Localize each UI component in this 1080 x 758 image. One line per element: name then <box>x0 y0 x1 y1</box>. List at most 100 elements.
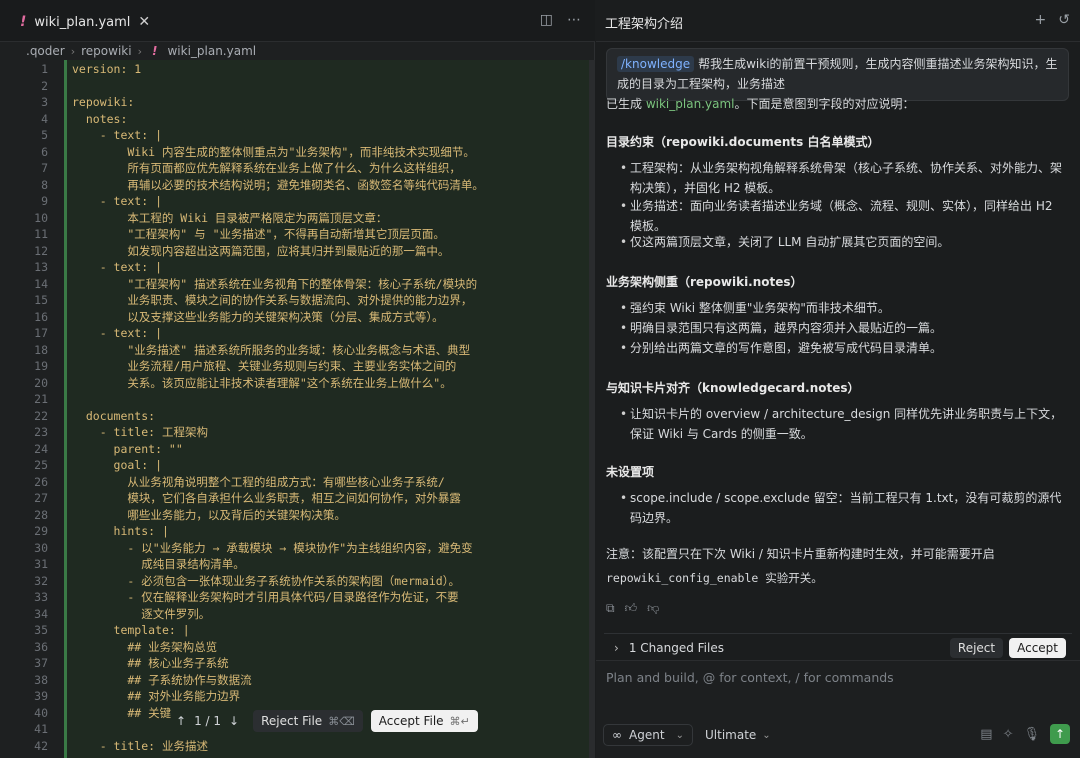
image-attach-icon[interactable]: ▤ <box>980 727 992 742</box>
changed-files-bar[interactable]: › 1 Changed Files Reject Accept <box>604 633 1072 661</box>
code-line[interactable]: 1 version: 1 <box>0 61 595 78</box>
code-line[interactable]: 22 documents: <box>0 408 595 425</box>
line-number: 3 <box>41 95 48 109</box>
line-number: 17 <box>34 326 48 340</box>
code-text: - 必须包含一张体现业务子系统协作关系的架构图（mermaid）。 <box>72 573 460 588</box>
code-text: 哪些业务能力，以及背后的关键架构决策。 <box>72 507 346 522</box>
chevron-right-icon[interactable]: › <box>614 641 619 655</box>
code-line[interactable]: 28 哪些业务能力，以及背后的关键架构决策。 <box>0 507 595 524</box>
line-number: 39 <box>34 689 48 703</box>
more-icon[interactable]: ⋯ <box>567 12 581 28</box>
code-line[interactable]: 5 - text: | <box>0 127 595 144</box>
code-line[interactable]: 9 - text: | <box>0 193 595 210</box>
line-number: 41 <box>34 722 48 736</box>
send-button[interactable]: ↑ <box>1050 724 1070 744</box>
close-icon[interactable]: ✕ <box>138 14 150 30</box>
code-line[interactable]: 34 逐文件罗列。 <box>0 606 595 623</box>
code-line[interactable]: 25 goal: | <box>0 457 595 474</box>
code-line[interactable]: 7 所有页面都应优先解释系统在业务上做了什么、为什么这样组织， <box>0 160 595 177</box>
code-line[interactable]: 31 成纯目录结构清单。 <box>0 556 595 573</box>
line-number: 38 <box>34 672 48 687</box>
code-text: 以及支撑这些业务能力的关键架构决策（分层、集成方式等）。 <box>72 309 444 324</box>
shortcut-hint: ⌘↵ <box>449 714 470 728</box>
line-number: 37 <box>34 656 48 670</box>
code-line[interactable]: 16 以及支撑这些业务能力的关键架构决策（分层、集成方式等）。 <box>0 309 595 326</box>
history-icon[interactable]: ↺ <box>1058 12 1070 28</box>
code-line[interactable]: 36 ## 业务架构总览 <box>0 639 595 656</box>
chat-input[interactable]: Plan and build, @ for context, / for com… <box>606 670 894 685</box>
code-line[interactable]: 26 从业务视角说明整个工程的组成方式：有哪些核心业务子系统/ <box>0 474 595 491</box>
editor-tab-wiki-plan[interactable]: ! wiki_plan.yaml ✕ <box>12 6 152 38</box>
chat-header: 工程架构介绍 + ↺ <box>596 0 1080 42</box>
line-number: 42 <box>34 738 48 753</box>
model-select[interactable]: Ultimate ⌄ <box>705 728 771 742</box>
code-line[interactable]: 12 如发现内容超出这两篇范围，应将其归并到最贴近的那一篇中。 <box>0 243 595 260</box>
line-number: 31 <box>34 557 48 571</box>
reply-intro: 已生成 wiki_plan.yaml。下面是意图到字段的对应说明： <box>606 97 915 111</box>
code-line[interactable]: 37 ## 核心业务子系统 <box>0 655 595 672</box>
section-heading: 未设置项 <box>606 465 655 479</box>
split-editor-icon[interactable]: ◫ <box>540 12 553 28</box>
list-item: 仅这两篇顶层文章，关闭了 LLM 自动扩展其它页面的空间。 <box>620 232 1068 252</box>
code-line[interactable]: 30 - 以"业务能力 → 承载模块 → 模块协作"为主线组织内容，避免变 <box>0 540 595 557</box>
code-text: - title: 业务描述 <box>72 738 209 753</box>
code-line[interactable]: 6 Wiki 内容生成的整体侧重点为"业务架构"，而非纯技术实现细节。 <box>0 144 595 161</box>
code-line[interactable]: 35 template: | <box>0 622 595 639</box>
line-number: 14 <box>34 276 48 291</box>
code-line[interactable]: 14 "工程架构" 描述系统在业务视角下的整体骨架：核心子系统/模块的 <box>0 276 595 293</box>
code-text: 关系。该页应能让非技术读者理解"这个系统在业务上做什么"。 <box>72 375 452 390</box>
thumbs-down-icon[interactable]: 👎︎ <box>647 601 659 616</box>
code-line[interactable]: 32 - 必须包含一张体现业务子系统协作关系的架构图（mermaid）。 <box>0 573 595 590</box>
code-line[interactable]: 23 - title: 工程架构 <box>0 424 595 441</box>
code-line[interactable]: 42 - title: 业务描述 <box>0 738 595 755</box>
code-line[interactable]: 18 "业务描述" 描述系统所服务的业务域：核心业务概念与术语、典型 <box>0 342 595 359</box>
scrollbar[interactable] <box>589 60 595 758</box>
code-line[interactable]: 20 关系。该页应能让非技术读者理解"这个系统在业务上做什么"。 <box>0 375 595 392</box>
breadcrumb-item[interactable]: .qoder <box>26 44 65 58</box>
file-link[interactable]: wiki_plan.yaml <box>646 97 735 111</box>
line-number: 25 <box>34 458 48 472</box>
code-editor[interactable]: 1 version: 1 2 3 repowiki: 4 notes: 5 - text: … <box>0 60 595 758</box>
line-number: 20 <box>34 375 48 390</box>
reject-all-button[interactable]: Reject <box>949 637 1004 658</box>
code-line[interactable]: 29 hints: | <box>0 523 595 540</box>
code-line[interactable]: 33 - 仅在解释业务架构时才引用具体代码/目录路径作为佐证，不要 <box>0 589 595 606</box>
list-item: 让知识卡片的 overview / architecture_design 同样… <box>620 404 1068 444</box>
reject-file-button[interactable]: Reject File ⌘⌫ <box>253 710 363 732</box>
agent-mode-select[interactable]: ∞ Agent ⌄ <box>603 724 693 746</box>
code-line[interactable]: 8 再辅以必要的技术结构说明；避免堆砌类名、函数签名等纯代码清单。 <box>0 177 595 194</box>
thumbs-up-icon[interactable]: 👍︎ <box>625 601 638 616</box>
code-line[interactable]: 4 notes: <box>0 111 595 128</box>
yaml-file-icon: ! <box>151 44 158 58</box>
line-number: 2 <box>41 78 48 93</box>
breadcrumb-item[interactable]: wiki_plan.yaml <box>167 44 256 58</box>
code-line[interactable]: 38 ## 子系统协作与数据流 <box>0 672 595 689</box>
code-line[interactable]: 27 模块，它们各自承担什么业务职责，相互之间如何协作，对外暴露 <box>0 490 595 507</box>
code-text: 本工程的 Wiki 目录被严格限定为两篇顶层文章： <box>72 210 388 225</box>
microphone-icon[interactable]: 🎙︎ <box>1023 727 1040 742</box>
code-line[interactable]: 15 业务职责、模块之间的协作关系与数据流向、对外提供的能力边界， <box>0 292 595 309</box>
code-line[interactable]: 11 "工程架构" 与 "业务描述"，不得再自动新增其它顶层页面。 <box>0 226 595 243</box>
code-line[interactable]: 21 <box>0 391 595 408</box>
accept-all-button[interactable]: Accept <box>1009 637 1066 658</box>
copy-icon[interactable]: ⧉ <box>606 601 615 616</box>
code-line[interactable]: 2 <box>0 78 595 95</box>
line-number: 11 <box>34 227 48 241</box>
line-number: 18 <box>34 342 48 357</box>
code-line[interactable]: 10 本工程的 Wiki 目录被严格限定为两篇顶层文章： <box>0 210 595 227</box>
code-line[interactable]: 19 业务流程/用户旅程、关键业务规则与约束、主要业务实体之间的 <box>0 358 595 375</box>
arrow-down-icon[interactable]: ↓ <box>229 714 239 728</box>
sparkle-icon[interactable]: ✧ <box>1003 727 1014 742</box>
code-line[interactable]: 24 parent: "" <box>0 441 595 458</box>
new-chat-icon[interactable]: + <box>1035 12 1047 28</box>
code-line[interactable]: 13 - text: | <box>0 259 595 276</box>
accept-file-button[interactable]: Accept File ⌘↵ <box>370 710 478 732</box>
section-heading: 业务架构侧重（repowiki.notes） <box>606 275 803 289</box>
line-number: 36 <box>34 639 48 654</box>
arrow-up-icon[interactable]: ↑ <box>176 714 186 728</box>
code-line[interactable]: 39 ## 对外业务能力边界 <box>0 688 595 705</box>
code-text: 再辅以必要的技术结构说明；避免堆砌类名、函数签名等纯代码清单。 <box>72 177 484 192</box>
code-line[interactable]: 3 repowiki: <box>0 94 595 111</box>
breadcrumb-item[interactable]: repowiki <box>81 44 131 58</box>
code-line[interactable]: 17 - text: | <box>0 325 595 342</box>
